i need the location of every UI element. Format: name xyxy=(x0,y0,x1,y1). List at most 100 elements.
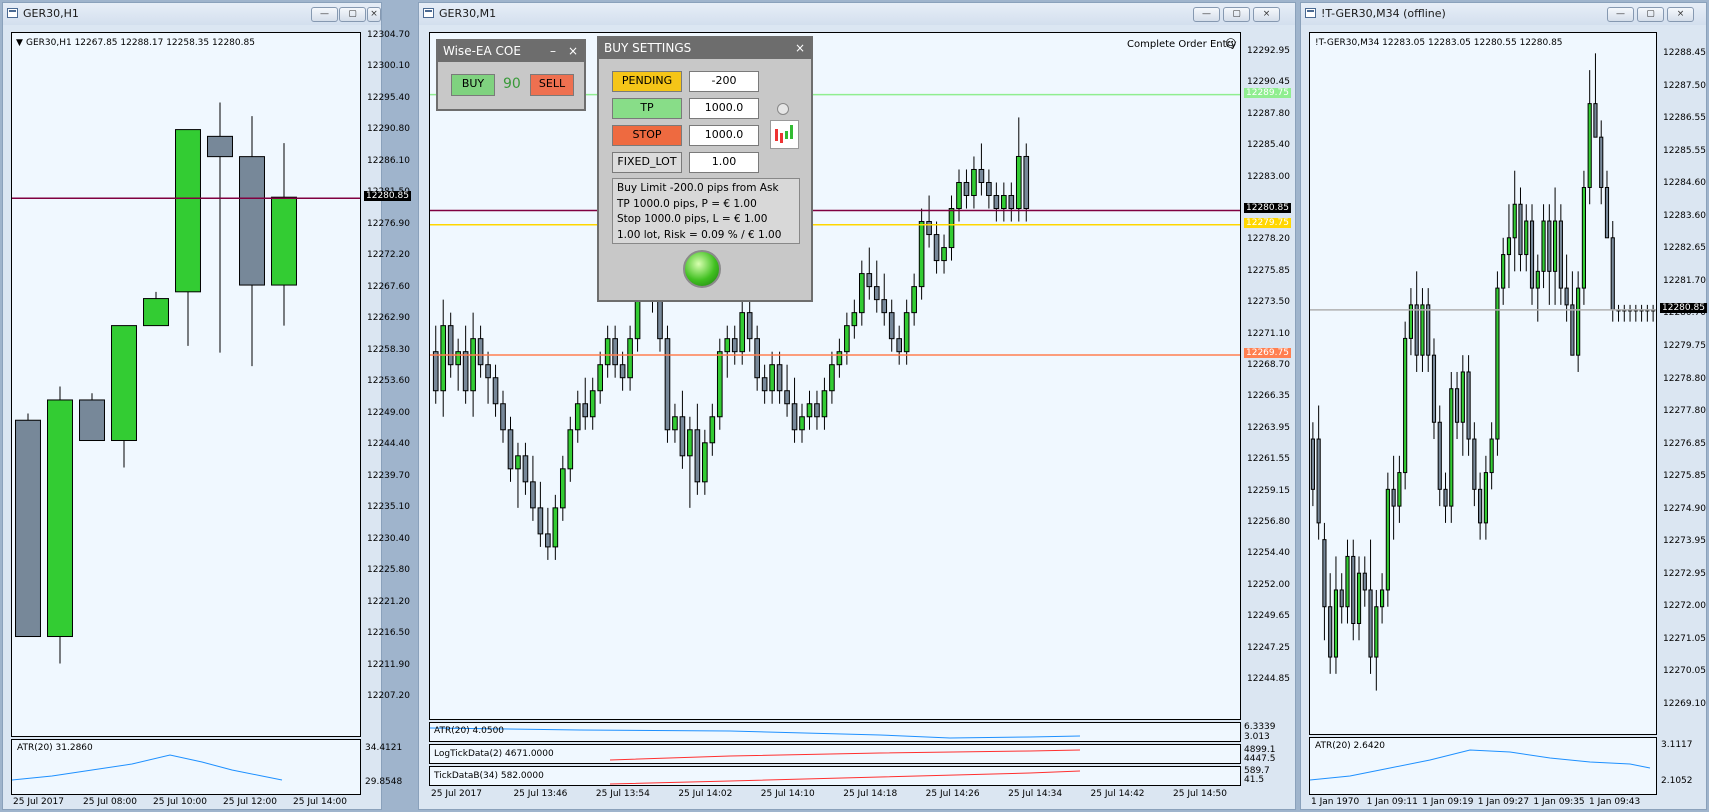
minimize-icon[interactable]: – xyxy=(550,41,556,62)
tickdata-line xyxy=(609,770,1081,785)
indicator-subwindow-atr[interactable]: ATR(20) 31.2860 xyxy=(11,739,361,795)
candle xyxy=(918,208,925,300)
buy-settings-header[interactable]: BUY SETTINGS × xyxy=(599,38,811,59)
time-tick-label: 1 Jan 09:35 xyxy=(1533,797,1585,807)
indicator-subwindow-logtick[interactable]: LogTickData(2) 4671.0000 xyxy=(429,744,1241,764)
confirm-order-button[interactable] xyxy=(683,250,721,288)
candle xyxy=(1616,304,1621,322)
chart-window-ger30-m1[interactable]: GER30,M1 — ▢ × Complete Order Entry ☺ 12… xyxy=(418,2,1296,810)
indicator-subwindow-atr[interactable]: ATR(20) 2.6420 xyxy=(1309,737,1657,795)
chart-info: GER30,H1 12267.85 12288.17 12258.35 1228… xyxy=(26,38,255,48)
candle xyxy=(589,377,596,430)
price-tick-label: 12253.60 xyxy=(367,376,410,387)
candle xyxy=(515,442,521,508)
price-chart[interactable]: Complete Order Entry ☺ xyxy=(429,32,1241,720)
time-axis: 1 Jan 1970 1 Jan 09:11 1 Jan 09:19 1 Jan 09… xyxy=(1309,796,1657,810)
candle xyxy=(559,455,566,521)
price-tick-label: 12263.95 xyxy=(1247,422,1290,433)
candle xyxy=(1333,556,1339,674)
stop-button[interactable]: STOP xyxy=(612,125,682,146)
close-icon[interactable]: × xyxy=(568,41,578,62)
candlestick-chart xyxy=(430,93,1240,560)
price-chart[interactable]: GER30,H1 12267.85 12288.17 12258.35 1228… xyxy=(11,32,361,737)
minimize-button[interactable]: — xyxy=(1607,7,1634,22)
maximize-button[interactable]: ▢ xyxy=(339,7,366,22)
wise-ea-header[interactable]: Wise-EA COE – × xyxy=(438,41,584,62)
candle xyxy=(702,429,708,495)
candle xyxy=(1443,472,1448,523)
title-bar[interactable]: GER30,H1 — ▢ × xyxy=(3,3,381,25)
candle xyxy=(485,351,491,404)
candle xyxy=(873,260,880,313)
maximize-button[interactable]: ▢ xyxy=(1637,7,1664,22)
close-button[interactable]: × xyxy=(367,7,381,22)
close-button[interactable]: × xyxy=(1667,7,1694,22)
candle xyxy=(851,299,858,339)
pending-input[interactable]: -200 xyxy=(689,71,759,92)
candle xyxy=(1420,288,1425,372)
lot-input[interactable]: 1.00 xyxy=(689,152,759,173)
time-tick-label: 25 Jul 2017 xyxy=(431,789,482,799)
title-bar[interactable]: GER30,M1 — ▢ × xyxy=(419,3,1295,25)
candle xyxy=(1529,204,1535,305)
minimize-button[interactable]: — xyxy=(1193,7,1220,22)
window-title: GER30,H1 xyxy=(23,7,79,20)
candle xyxy=(1518,187,1523,272)
candle xyxy=(1599,120,1604,205)
tp-input[interactable]: 1000.0 xyxy=(689,98,759,119)
candle xyxy=(1356,556,1362,641)
indicator-high: 3.1117 xyxy=(1661,740,1693,750)
candle xyxy=(1483,455,1488,540)
fixed-lot-button[interactable]: FIXED_LOT xyxy=(612,152,682,173)
chart-type-icon[interactable] xyxy=(770,120,799,149)
candle xyxy=(440,299,447,417)
maximize-button[interactable]: ▢ xyxy=(1223,7,1250,22)
wise-ea-panel[interactable]: Wise-EA COE – × BUY 90 SELL xyxy=(436,39,586,111)
time-tick-label: 25 Jul 14:42 xyxy=(1090,789,1145,799)
sell-button[interactable]: SELL xyxy=(530,74,574,96)
stop-input[interactable]: 1000.0 xyxy=(689,125,759,146)
candle xyxy=(15,413,41,638)
candle xyxy=(574,390,581,443)
price-tick-label: 12273.95 xyxy=(1663,536,1706,547)
minimize-button[interactable]: — xyxy=(311,7,338,22)
time-tick-label: 1 Jan 09:43 xyxy=(1589,797,1641,807)
dropdown-arrow-icon[interactable]: ▼ xyxy=(16,38,23,48)
candle xyxy=(896,325,903,365)
tp-button[interactable]: TP xyxy=(612,98,682,119)
buy-button[interactable]: BUY xyxy=(451,74,495,96)
smiley-icon: ☺ xyxy=(1225,37,1237,50)
option-radio[interactable] xyxy=(777,103,789,115)
buy-settings-panel[interactable]: BUY SETTINGS × PENDING -200 TP 1000.0 ST… xyxy=(597,36,813,302)
price-axis: 12288.45 12287.50 12286.55 12285.55 12284.60… xyxy=(1659,32,1707,735)
candle xyxy=(604,325,611,378)
price-tick-label: 12285.55 xyxy=(1663,145,1706,156)
time-tick-label: 25 Jul 13:46 xyxy=(513,789,568,799)
chart-window-ger30-h1[interactable]: GER30,H1 — ▢ × GER30,H1 12267.85 12288.1… xyxy=(2,2,411,810)
atr-series xyxy=(1310,749,1651,781)
candle xyxy=(1541,204,1546,289)
price-tick-label: 12283.00 xyxy=(1247,171,1290,182)
candle xyxy=(1408,288,1414,356)
price-axis: 12292.95 12290.45 12287.80 12285.40 12283.00… xyxy=(1243,32,1297,720)
price-chart[interactable]: !T-GER30,M34 12283.05 12283.05 12280.55 … xyxy=(1309,32,1657,735)
indicator-subwindow-tickdata[interactable]: TickDataB(34) 582.0000 xyxy=(429,766,1241,786)
candle xyxy=(567,416,574,482)
candlestick-chart xyxy=(12,102,360,664)
time-tick-label: 25 Jul 10:00 xyxy=(153,797,207,807)
title-bar[interactable]: !T-GER30,M34 (offline) — ▢ × xyxy=(1301,3,1706,25)
pending-button[interactable]: PENDING xyxy=(612,71,682,92)
close-icon[interactable]: × xyxy=(795,38,805,59)
atr-line xyxy=(430,727,1081,739)
candle xyxy=(694,403,701,495)
candlestick-chart xyxy=(1310,53,1656,691)
indicator-subwindow-atr[interactable]: ATR(20) 4.0500 xyxy=(429,722,1241,742)
candle xyxy=(1570,271,1575,356)
close-button[interactable]: × xyxy=(1253,7,1280,22)
candle xyxy=(530,455,536,521)
chart-window-t-ger30-m34[interactable]: !T-GER30,M34 (offline) — ▢ × !T-GER30,M3… xyxy=(1300,2,1707,810)
price-tick-label: 12252.00 xyxy=(1247,579,1290,590)
price-tick-label: 12269.10 xyxy=(1663,699,1706,709)
candle xyxy=(814,390,820,430)
price-axis: 12304.70 12300.10 12295.40 12290.80 12286.10… xyxy=(363,30,415,737)
